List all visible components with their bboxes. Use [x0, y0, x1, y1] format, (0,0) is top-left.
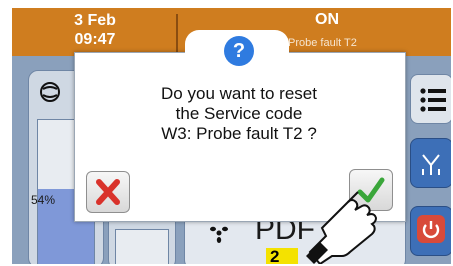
- secondary-gauge: [115, 229, 169, 264]
- date-time: 3 Feb 09:47: [60, 11, 130, 49]
- dialog-message-line-3: W3: Probe fault T2 ?: [161, 124, 317, 143]
- cancel-button[interactable]: [86, 171, 130, 213]
- pointing-hand-icon: [306, 191, 378, 264]
- power-icon: [422, 221, 440, 239]
- compressor-icon: [40, 82, 60, 102]
- unit-status: ON: [315, 11, 339, 28]
- header-divider: [176, 14, 178, 52]
- capacity-percent: 54%: [31, 193, 56, 207]
- step-marker: 2: [266, 248, 298, 265]
- status-detail: Probe fault T2: [288, 37, 357, 49]
- valve-button[interactable]: [410, 138, 451, 188]
- time-label: 09:47: [74, 31, 116, 48]
- power-button-face: [417, 215, 445, 243]
- dialog-message-line-2: the Service code: [175, 104, 303, 123]
- menu-button[interactable]: [410, 74, 451, 124]
- dialog-message-line-1: Do you want to reset: [161, 84, 317, 103]
- power-button[interactable]: [410, 206, 451, 256]
- menu-list-icon: [420, 88, 446, 112]
- fan-icon: [210, 226, 228, 243]
- valve-icon: [422, 154, 440, 175]
- cancel-x-icon: [96, 179, 120, 205]
- date-label: 3 Feb: [74, 12, 116, 29]
- dialog-message: Do you want to reset the Service code W3…: [74, 84, 404, 144]
- question-icon: ?: [224, 36, 254, 66]
